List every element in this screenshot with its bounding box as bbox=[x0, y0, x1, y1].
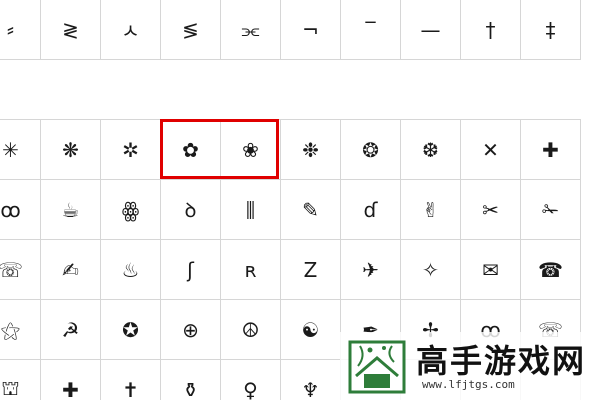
symbol-cell[interactable]: ㅅ bbox=[101, 0, 161, 60]
bamboo-house-logo-icon bbox=[348, 340, 406, 394]
symbol-cell[interactable]: ✉ bbox=[461, 240, 521, 300]
symbol-cell[interactable]: ✳ bbox=[0, 120, 41, 180]
symbol-cell[interactable]: ꝺ bbox=[161, 180, 221, 240]
symbol-cell[interactable]: ✂ bbox=[461, 180, 521, 240]
symbol-cell[interactable]: ♆ bbox=[281, 360, 341, 400]
symbol-cell[interactable]: ⸗ bbox=[0, 0, 41, 60]
symbol-cell[interactable]: ⫘ bbox=[221, 0, 281, 60]
symbol-grid-top: ⸗ ≷ ㅅ ≶ ⫘ ¬ ‾ — † ‡ bbox=[0, 0, 581, 60]
symbol-cell[interactable]: ♀ bbox=[221, 360, 281, 400]
symbol-cell-selected[interactable]: ✿ bbox=[161, 120, 221, 180]
symbol-cell[interactable]: ꝏ bbox=[0, 180, 41, 240]
symbol-cell[interactable]: ✁ bbox=[521, 180, 581, 240]
symbol-cell[interactable]: ⚝ bbox=[0, 300, 41, 360]
symbol-cell[interactable]: ⫼ bbox=[221, 180, 281, 240]
symbol-cell[interactable]: ✌ bbox=[401, 180, 461, 240]
symbol-cell[interactable]: ✲ bbox=[101, 120, 161, 180]
symbol-cell[interactable]: ❉ bbox=[281, 120, 341, 180]
symbol-cell[interactable]: ☮ bbox=[221, 300, 281, 360]
symbol-cell[interactable]: ✈ bbox=[341, 240, 401, 300]
symbol-cell[interactable]: Z bbox=[281, 240, 341, 300]
symbol-cell[interactable]: ✕ bbox=[461, 120, 521, 180]
symbol-cell[interactable]: ⛫ bbox=[0, 360, 41, 400]
symbol-cell[interactable]: ☯ bbox=[281, 300, 341, 360]
symbol-cell[interactable]: ☏ bbox=[0, 240, 41, 300]
symbol-cell[interactable]: ❋ bbox=[41, 120, 101, 180]
symbol-cell[interactable]: ✚ bbox=[41, 360, 101, 400]
symbol-cell[interactable]: ✍ bbox=[41, 240, 101, 300]
symbol-cell[interactable]: ‡ bbox=[521, 0, 581, 60]
symbol-cell[interactable]: ɗ bbox=[341, 180, 401, 240]
symbol-cell[interactable]: ʀ bbox=[221, 240, 281, 300]
symbol-cell[interactable]: ¬ bbox=[281, 0, 341, 60]
symbol-cell[interactable]: ❆ bbox=[401, 120, 461, 180]
symbol-cell[interactable]: — bbox=[401, 0, 461, 60]
symbol-cell-selected[interactable]: ❀ bbox=[221, 120, 281, 180]
symbol-cell[interactable]: ʃ bbox=[161, 240, 221, 300]
symbol-cell[interactable]: ꙮ bbox=[101, 180, 161, 240]
symbol-cell[interactable]: ✝ bbox=[101, 360, 161, 400]
symbol-cell[interactable]: ⚱ bbox=[161, 360, 221, 400]
symbol-cell[interactable]: ✚ bbox=[521, 120, 581, 180]
symbol-cell[interactable]: ❂ bbox=[341, 120, 401, 180]
symbol-cell[interactable]: ✧ bbox=[401, 240, 461, 300]
site-watermark: 高手游戏网 www.lfjtgs.com bbox=[340, 332, 600, 400]
symbol-cell[interactable]: ☕ bbox=[41, 180, 101, 240]
symbol-cell[interactable]: ≷ bbox=[41, 0, 101, 60]
symbol-cell[interactable]: ♨ bbox=[101, 240, 161, 300]
symbol-cell[interactable]: ‾ bbox=[341, 0, 401, 60]
symbol-picker-screenshot: ⸗ ≷ ㅅ ≶ ⫘ ¬ ‾ — † ‡ ✳ ❋ ✲ ✿ ❀ ❉ ❂ ❆ ✕ ✚ … bbox=[0, 0, 600, 400]
watermark-url: www.lfjtgs.com bbox=[422, 378, 515, 391]
watermark-title: 高手游戏网 bbox=[416, 342, 587, 380]
symbol-cell[interactable]: ☎ bbox=[521, 240, 581, 300]
symbol-cell[interactable]: ≶ bbox=[161, 0, 221, 60]
symbol-cell[interactable]: ✪ bbox=[101, 300, 161, 360]
symbol-cell[interactable]: ⊕ bbox=[161, 300, 221, 360]
symbol-cell[interactable]: ✎ bbox=[281, 180, 341, 240]
symbol-cell[interactable]: † bbox=[461, 0, 521, 60]
symbol-cell[interactable]: ☭ bbox=[41, 300, 101, 360]
